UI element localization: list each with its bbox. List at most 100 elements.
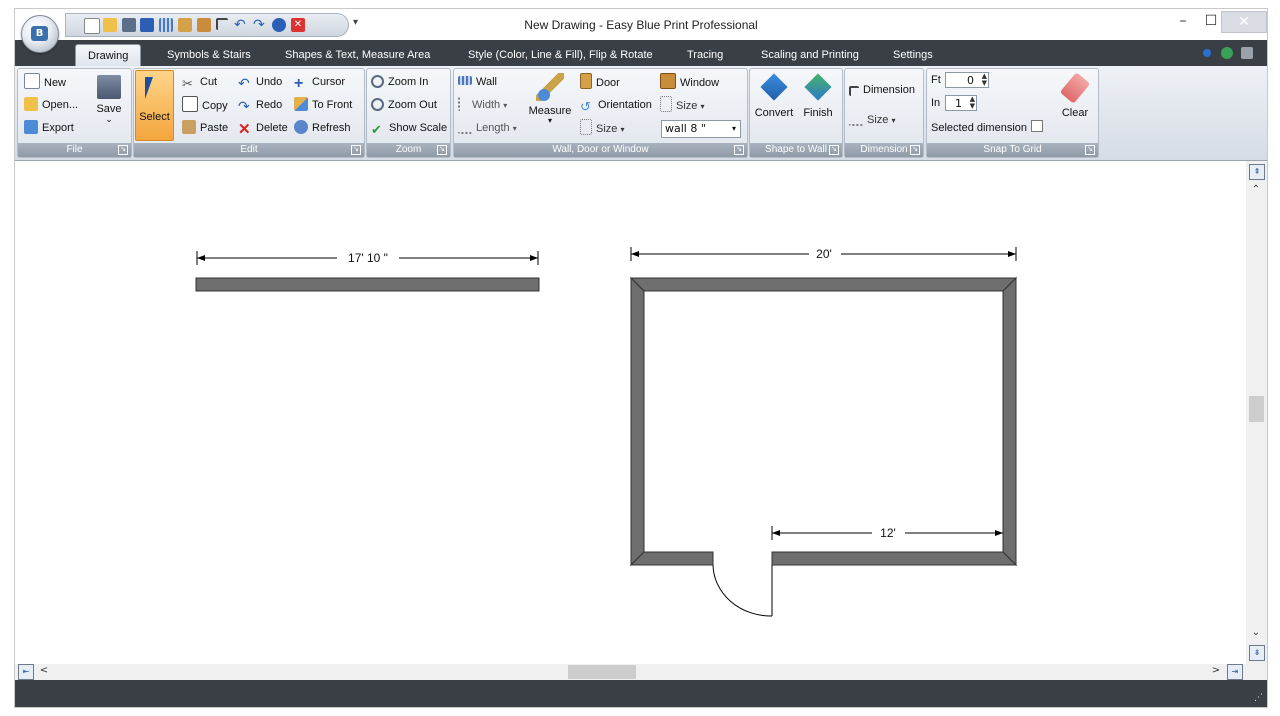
in-spinner-arrows-icon[interactable]: ▲ ▼ (970, 96, 975, 110)
save-dropdown-icon: ⌄ (105, 114, 113, 124)
dimension-size-dropdown[interactable]: Size ▾ (849, 111, 895, 129)
copy-button[interactable]: Copy (182, 96, 228, 114)
scroll-bottom-button[interactable]: ⇟ (1249, 645, 1265, 661)
ribbon: New Open... Export Save ⌄ File ↘ Select ✂… (15, 66, 1267, 161)
close-button[interactable]: ✕ (1221, 11, 1267, 33)
wall-group-label: Wall, Door or Window ↘ (454, 143, 747, 157)
cursor-button[interactable]: + Cursor (294, 73, 345, 92)
horizontal-scroll-thumb[interactable] (568, 665, 636, 679)
door-size-label: Size (596, 123, 618, 135)
finish-button[interactable]: Finish (796, 73, 840, 119)
status-bar: ⋰ (15, 680, 1267, 707)
dim-label-room-width: 20' (816, 247, 832, 261)
tab-shapes-text[interactable]: Shapes & Text, Measure Area (285, 44, 430, 66)
tab-symbols-stairs[interactable]: Symbols & Stairs (167, 44, 251, 66)
convert-button[interactable]: Convert (752, 73, 796, 119)
tab-tracing[interactable]: Tracing (687, 44, 723, 66)
info-dot-icon[interactable] (1203, 49, 1211, 57)
zoom-out-button[interactable]: Zoom Out (371, 96, 437, 114)
door-size-dropdown[interactable]: Size ▾ (580, 119, 624, 137)
door-symbol[interactable] (712, 564, 773, 617)
ft-spinner[interactable]: 0 ▲ ▼ (945, 72, 989, 88)
dimension-line-top-left[interactable]: 17' 10 " (196, 251, 539, 265)
scroll-left-arrow-icon[interactable]: < (37, 664, 51, 678)
minimize-button[interactable]: – (1172, 11, 1194, 31)
zoom-in-icon (371, 75, 384, 88)
dimension-button[interactable]: Dimension (849, 81, 915, 99)
horizontal-scrollbar[interactable]: ⇤ < > ⇥ (15, 664, 1267, 680)
dimension-line-inner[interactable]: 12' (771, 526, 1003, 540)
length-dropdown[interactable]: Length ▾ (458, 119, 517, 137)
zoom-group-label: Zoom ↘ (367, 143, 450, 157)
vertical-scrollbar[interactable]: ⇞ ⌃ ⌄ ⇟ (1246, 161, 1267, 664)
scroll-top-button[interactable]: ⇞ (1249, 164, 1265, 180)
tab-drawing[interactable]: Drawing (75, 44, 142, 67)
ft-label: Ft (931, 74, 941, 86)
tab-style[interactable]: Style (Color, Line & Fill), Flip & Rotat… (468, 44, 653, 66)
wall-label: Wall (476, 76, 497, 88)
width-label: Width (472, 99, 501, 111)
resize-grip-icon[interactable]: ⋰ (1254, 693, 1263, 703)
snap-to-grid-group: Ft 0 ▲ ▼ In 1 ▲ ▼ Selected dimension Clear S… (926, 68, 1099, 158)
to-front-icon (294, 97, 308, 111)
window-button[interactable]: Window (660, 73, 719, 91)
scissors-icon: ✂ (182, 76, 193, 91)
select-button[interactable]: Select (135, 70, 174, 141)
file-launcher-icon[interactable]: ↘ (118, 145, 128, 155)
delete-x-icon: ✕ (238, 121, 251, 138)
scroll-right-arrow-icon[interactable]: > (1209, 664, 1223, 678)
redo-button[interactable]: ↷ Redo (238, 96, 282, 114)
vertical-scroll-thumb[interactable] (1249, 396, 1264, 422)
open-button[interactable]: Open... (24, 96, 78, 114)
export-button[interactable]: Export (24, 119, 74, 137)
scroll-far-left-button[interactable]: ⇤ (18, 664, 34, 680)
room-walls[interactable] (629, 276, 1018, 567)
delete-button[interactable]: ✕ Delete (238, 119, 288, 137)
scroll-far-right-button[interactable]: ⇥ (1227, 664, 1243, 680)
edit-launcher-icon[interactable]: ↘ (351, 145, 361, 155)
web-globe-icon[interactable] (1221, 47, 1233, 59)
scroll-down-arrow-icon[interactable]: ⌄ (1249, 626, 1263, 640)
door-size-arrow-icon: ▾ (620, 125, 625, 134)
ft-spinner-arrows-icon[interactable]: ▲ ▼ (982, 73, 987, 87)
show-scale-button[interactable]: ✔ Show Scale (371, 119, 447, 137)
undo-button[interactable]: ↶ Undo (238, 73, 282, 91)
orientation-button[interactable]: ↺ Orientation (580, 96, 652, 114)
clear-label: Clear (1061, 107, 1089, 119)
window-size-dropdown[interactable]: Size ▾ (660, 96, 704, 114)
tab-settings[interactable]: Settings (893, 44, 933, 66)
shape-to-wall-title: Shape to Wall (765, 144, 827, 155)
wall-thickness-select[interactable]: wall 8 " ▾ (661, 120, 741, 138)
new-button[interactable]: New (24, 73, 66, 91)
scroll-up-arrow-icon[interactable]: ⌃ (1249, 183, 1263, 197)
selected-dimension-toggle[interactable]: Selected dimension (931, 119, 1044, 137)
snap-group-label: Snap To Grid ↘ (927, 143, 1098, 157)
maximize-button[interactable]: ☐ (1200, 11, 1222, 31)
shape-to-wall-launcher-icon[interactable]: ↘ (829, 145, 839, 155)
in-spinner[interactable]: 1 ▲ ▼ (945, 95, 977, 111)
wall-launcher-icon[interactable]: ↘ (734, 145, 744, 155)
drawing-canvas[interactable]: 17' 10 " 20' 12' (15, 161, 1246, 664)
tab-scaling-printing[interactable]: Scaling and Printing (761, 44, 859, 66)
dimension-line-room-width[interactable]: 20' (630, 247, 1017, 261)
cut-button[interactable]: ✂ Cut (182, 73, 217, 91)
measure-button[interactable]: Measure ▾ (528, 73, 572, 125)
refresh-button[interactable]: Refresh (294, 119, 351, 137)
width-dropdown[interactable]: Width ▾ (458, 96, 507, 114)
to-front-button[interactable]: To Front (294, 96, 352, 114)
window-title: New Drawing - Easy Blue Print Profession… (524, 18, 758, 32)
show-scale-label: Show Scale (389, 122, 448, 134)
zoom-in-button[interactable]: Zoom In (371, 73, 428, 91)
dimension-launcher-icon[interactable]: ↘ (910, 145, 920, 155)
wall-button[interactable]: Wall (458, 73, 497, 91)
save-big-button[interactable]: Save ⌄ (92, 73, 126, 139)
paste-button[interactable]: Paste (182, 119, 228, 137)
zoom-launcher-icon[interactable]: ↘ (437, 145, 447, 155)
selected-dimension-checkbox[interactable] (1031, 120, 1044, 132)
clear-button[interactable]: Clear (1055, 72, 1095, 119)
standalone-wall[interactable] (195, 277, 540, 292)
snap-launcher-icon[interactable]: ↘ (1085, 145, 1095, 155)
application-menu-button[interactable]: B (21, 15, 59, 53)
door-button[interactable]: Door (580, 73, 620, 91)
cart-icon[interactable] (1241, 47, 1253, 59)
